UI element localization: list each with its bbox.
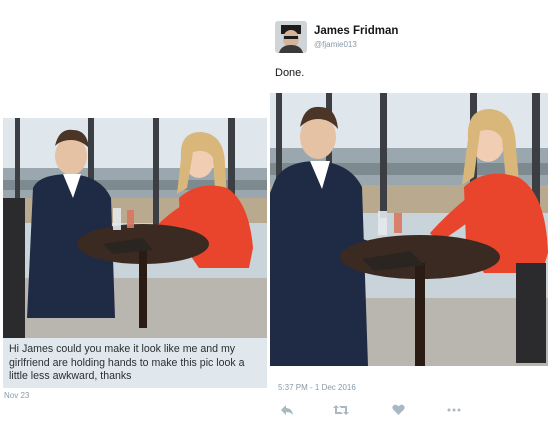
tweet-actions [268, 399, 550, 421]
request-panel: Hi James could you make it look like me … [0, 0, 268, 448]
retweet-icon[interactable] [332, 403, 350, 417]
author-handle[interactable]: @fjamie013 [314, 40, 357, 49]
tweet-text: Done. [275, 67, 305, 79]
avatar[interactable] [275, 21, 307, 53]
tweet-timestamp[interactable]: 5:37 PM - 1 Dec 2016 [278, 383, 356, 392]
message-bubble: Hi James could you make it look like me … [3, 338, 267, 388]
like-icon[interactable] [389, 403, 407, 417]
original-photo[interactable] [3, 118, 267, 338]
reply-icon[interactable] [278, 403, 296, 417]
author-name[interactable]: James Fridman [314, 25, 398, 37]
tweet-card: James Fridman @fjamie013 Done. 5:37 PM -… [268, 0, 550, 448]
message-date: Nov 23 [4, 391, 30, 400]
more-icon[interactable] [445, 403, 463, 417]
edited-photo[interactable] [270, 93, 548, 366]
message-text: Hi James could you make it look like me … [9, 343, 245, 382]
